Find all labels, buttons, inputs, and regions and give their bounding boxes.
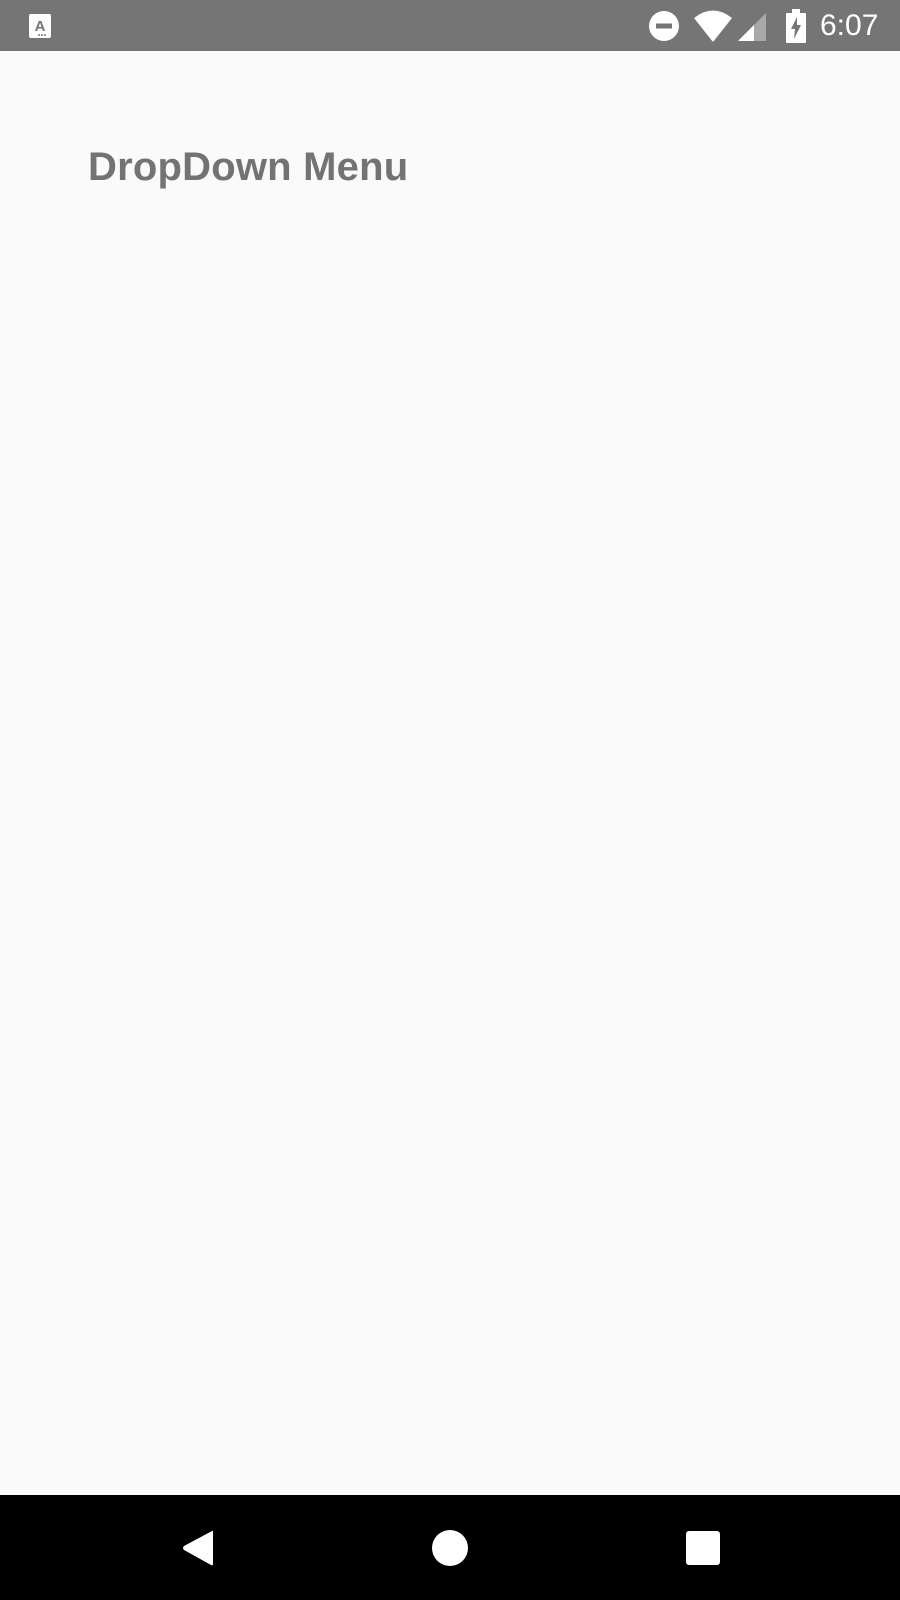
status-bar: A 6:07 xyxy=(0,0,900,51)
navigation-bar xyxy=(0,1495,900,1600)
recents-icon xyxy=(686,1530,720,1565)
app-content: DropDown Menu xyxy=(0,51,900,1495)
text-a-notification-icon: A xyxy=(29,14,51,38)
svg-text:A: A xyxy=(35,18,46,35)
home-button[interactable] xyxy=(390,1495,510,1600)
status-time: 6:07 xyxy=(820,9,879,42)
home-icon xyxy=(432,1529,468,1566)
do-not-disturb-icon xyxy=(649,11,679,41)
battery-charging-icon xyxy=(786,9,806,43)
cellular-signal-icon xyxy=(738,13,766,41)
back-icon xyxy=(183,1530,213,1565)
recents-button[interactable] xyxy=(643,1495,763,1600)
back-button[interactable] xyxy=(138,1495,258,1600)
page-title: DropDown Menu xyxy=(88,145,409,189)
wifi-icon xyxy=(694,10,732,42)
